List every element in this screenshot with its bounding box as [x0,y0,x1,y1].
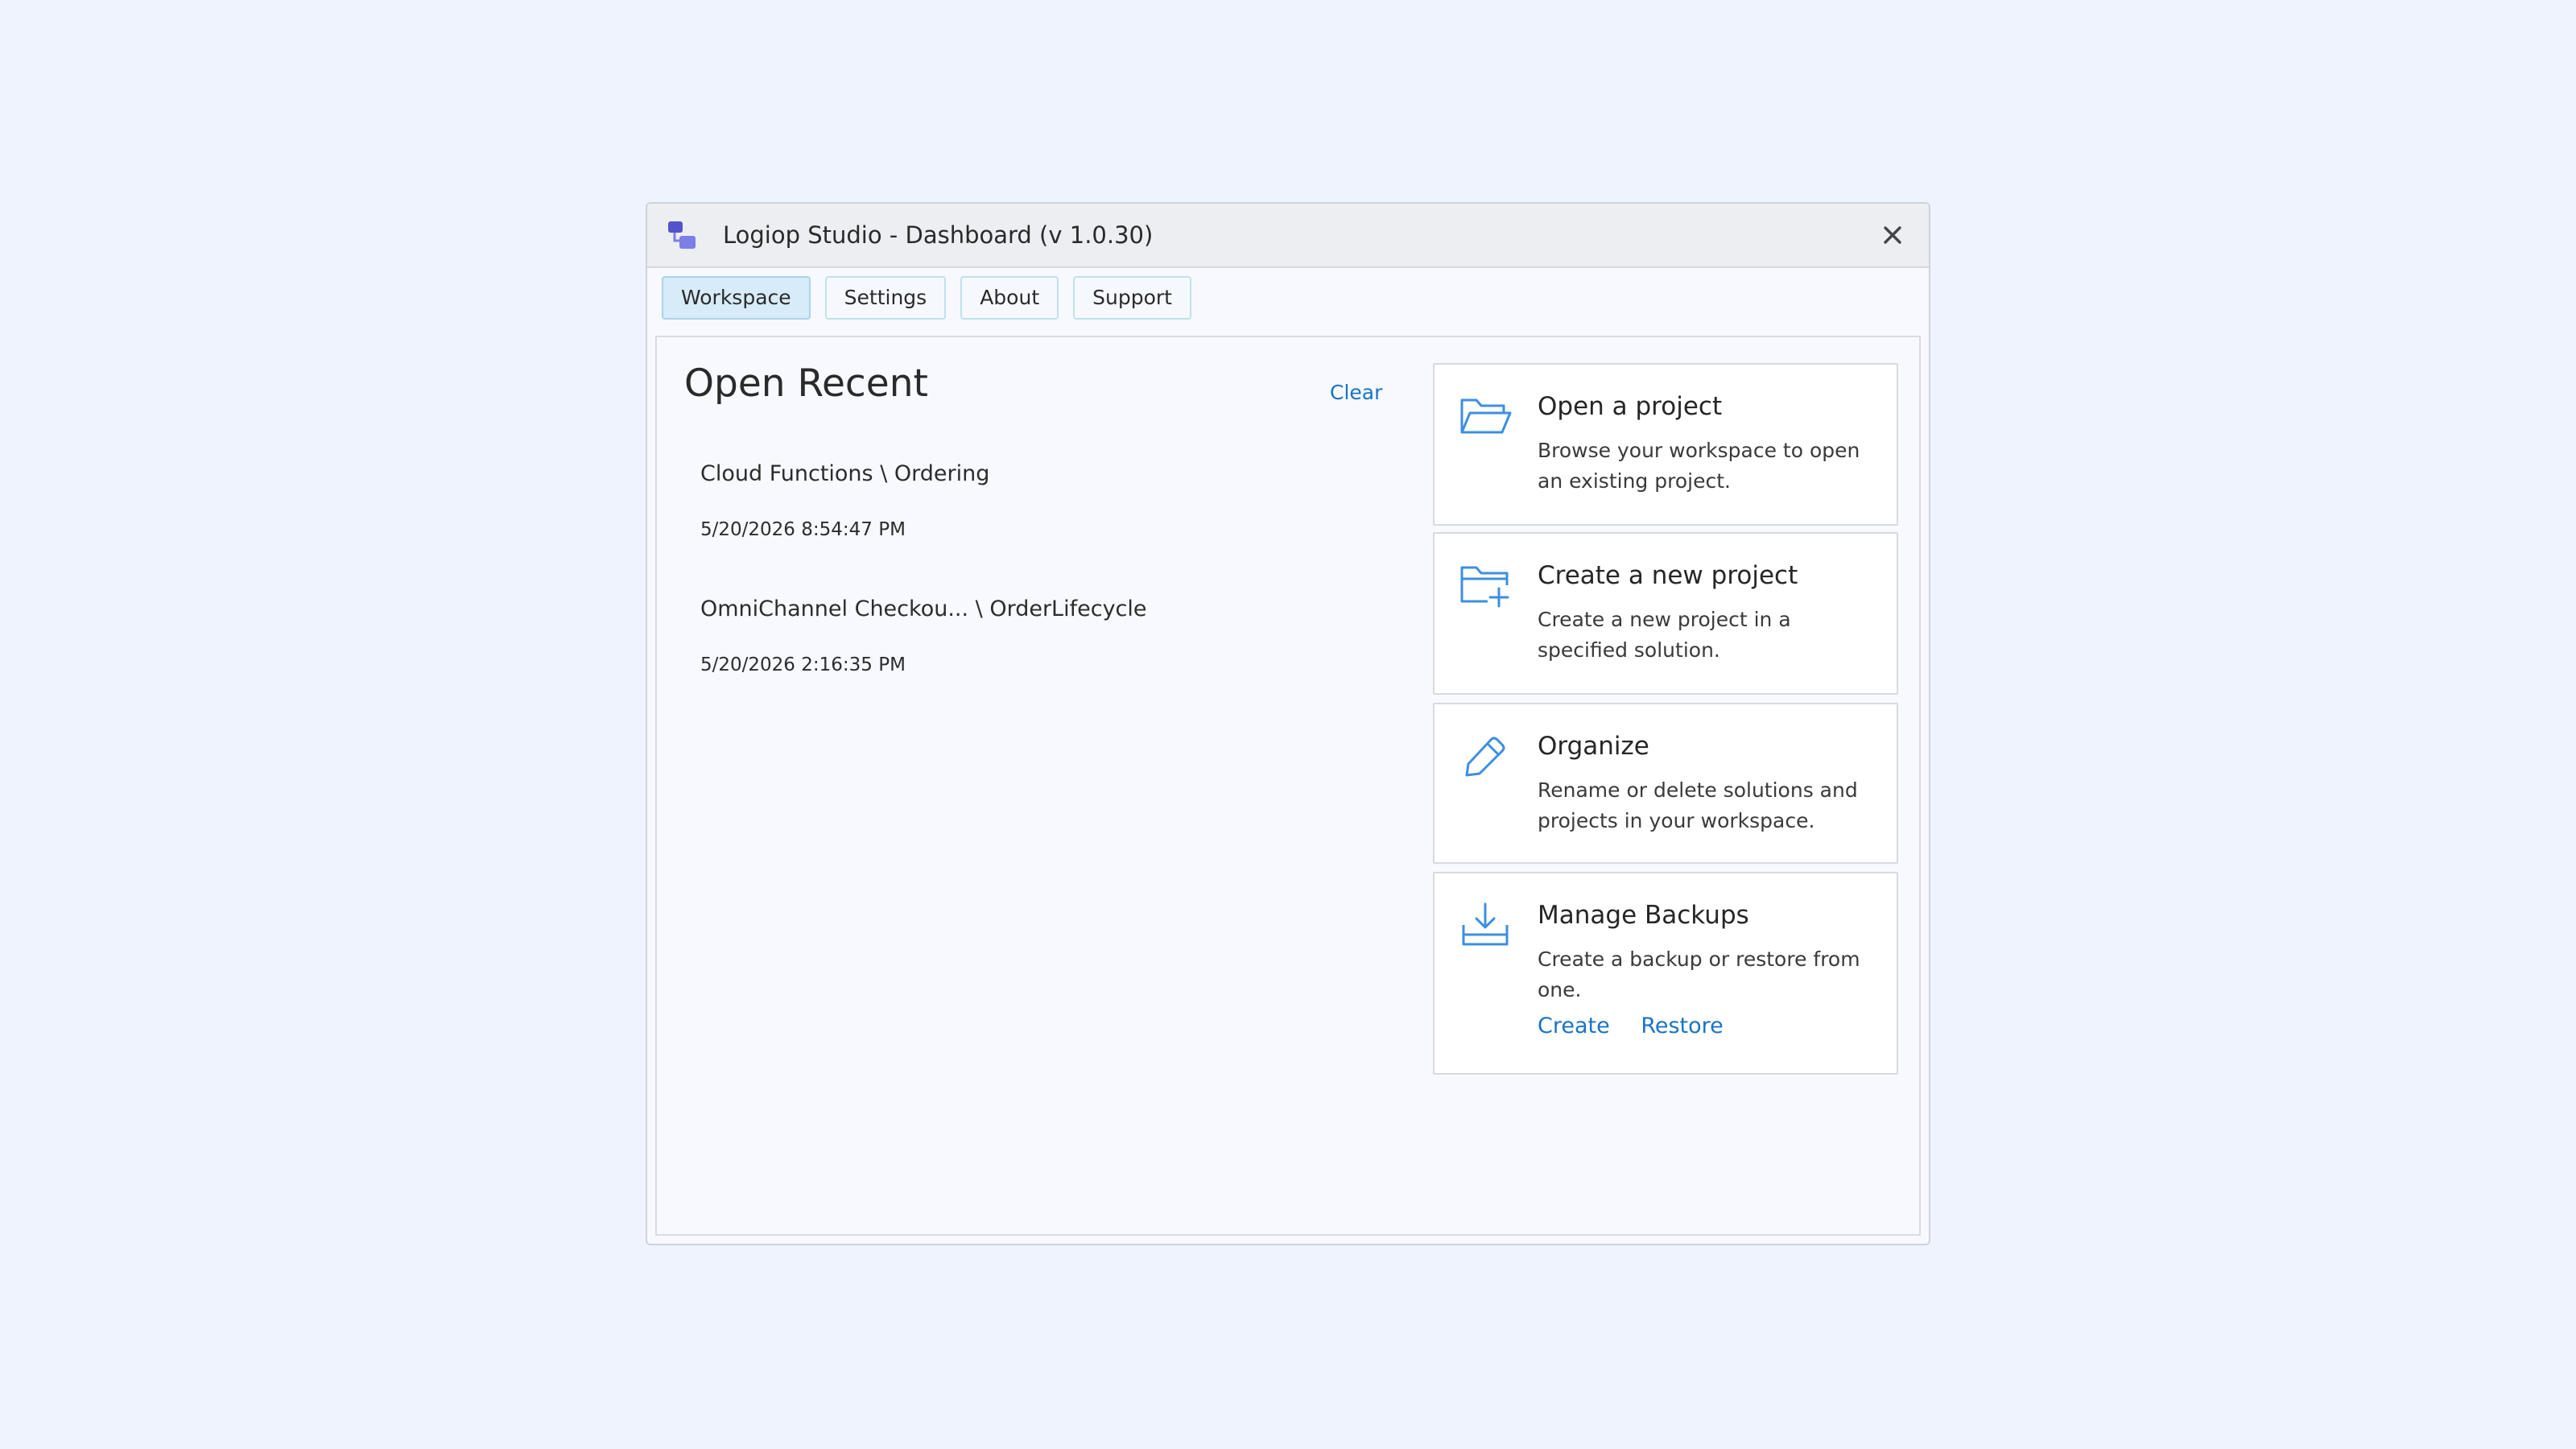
recent-item[interactable]: Cloud Functions \ Ordering 5/20/2026 8:5… [700,461,1328,574]
create-backup-link[interactable]: Create [1538,1013,1610,1038]
recent-item-date: 5/20/2026 8:54:47 PM [700,519,906,540]
tab-bar: Workspace Settings About Support [662,276,1206,323]
clear-recent-link[interactable]: Clear [1330,381,1382,404]
app-logo-icon [668,221,696,249]
card-title: Create a new project [1538,561,1798,590]
card-description: Create a new project in a specified solu… [1538,608,1791,662]
card-description: Create a backup or restore from one. [1538,947,1860,1001]
card-description: Rename or delete solutions and projects … [1538,778,1858,832]
tab-settings[interactable]: Settings [824,276,947,320]
recent-item-name: Cloud Functions \ Ordering [700,461,990,486]
title-bar: Logiop Studio - Dashboard (v 1.0.30) [647,204,1929,268]
folder-open-icon [1460,398,1512,434]
recent-item-name: OmniChannel Checkou... \ OrderLifecycle [700,597,1147,621]
recent-item-date: 5/20/2026 2:16:35 PM [700,654,906,675]
card-title: Open a project [1538,392,1723,421]
create-project-card[interactable]: Create a new project Create a new projec… [1433,532,1898,695]
restore-backup-link[interactable]: Restore [1641,1013,1723,1038]
backup-actions: Create Restore [1538,1013,1748,1038]
card-description: Browse your workspace to open an existin… [1538,439,1860,493]
workspace-panel: Open Recent Clear Cloud Functions \ Orde… [655,336,1921,1236]
recent-item[interactable]: OmniChannel Checkou... \ OrderLifecycle … [700,597,1328,709]
organize-card[interactable]: Organize Rename or delete solutions and … [1433,703,1898,864]
open-recent-heading: Open Recent [684,361,928,406]
open-project-card[interactable]: Open a project Browse your workspace to … [1433,363,1898,526]
tab-support[interactable]: Support [1073,276,1191,320]
download-tray-icon [1462,902,1509,946]
folder-add-icon [1460,566,1509,608]
pencil-icon [1465,737,1505,777]
tab-about[interactable]: About [960,276,1059,320]
dashboard-window: Logiop Studio - Dashboard (v 1.0.30) Wor… [646,202,1930,1245]
card-title: Manage Backups [1538,901,1749,930]
window-title: Logiop Studio - Dashboard (v 1.0.30) [723,221,1154,249]
card-title: Organize [1538,732,1649,761]
tab-workspace[interactable]: Workspace [662,276,811,320]
close-icon[interactable] [1879,221,1906,249]
manage-backups-card: Manage Backups Create a backup or restor… [1433,872,1898,1075]
